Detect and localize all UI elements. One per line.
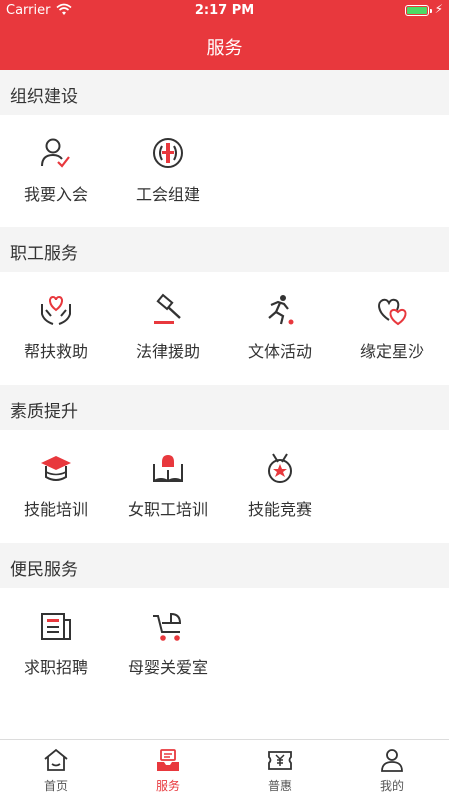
stroller-icon [153, 612, 182, 641]
service-item-legal-aid[interactable]: 法律援助 [112, 272, 224, 384]
status-bar: Carrier 2:17 PM ⚡ [0, 0, 449, 22]
service-item-union-setup[interactable]: 工会组建 [112, 115, 224, 227]
section-grid-worker: 帮扶救助 法律援助 文体活动 缘定星沙 [0, 272, 449, 384]
yuan-icon [268, 751, 292, 770]
service-item-nursing-room[interactable]: 母婴关爱室 [112, 588, 224, 700]
tab-label: 我的 [379, 779, 404, 793]
service-item-label: 法律援助 [135, 342, 200, 361]
service-item-skill-contest[interactable]: 技能竞赛 [224, 430, 336, 542]
home-icon [44, 748, 68, 771]
graduation-cap-icon [41, 456, 71, 481]
charging-icon: ⚡ [434, 2, 443, 16]
tab-service[interactable]: 服务 [112, 740, 224, 800]
service-item-women-training[interactable]: 女职工培训 [112, 430, 224, 542]
section-header-org: 组织建设 [0, 70, 449, 115]
service-item-label: 工会组建 [135, 185, 200, 204]
service-item-label: 技能竞赛 [247, 500, 312, 519]
book-bell-icon [153, 455, 183, 483]
service-item-label: 女职工培训 [127, 500, 208, 519]
section-header-convenience: 便民服务 [0, 543, 449, 588]
section-header-quality: 素质提升 [0, 385, 449, 430]
tab-label: 服务 [155, 779, 180, 793]
app-header: Carrier 2:17 PM ⚡ 服务 [0, 0, 449, 70]
tab-label: 首页 [43, 779, 68, 793]
service-item-label: 母婴关爱室 [127, 658, 208, 677]
user-check-icon [41, 138, 70, 168]
union-emblem-icon [153, 138, 183, 168]
service-item-label: 缘定星沙 [359, 342, 424, 361]
service-item-label: 我要入会 [23, 185, 88, 204]
section-title: 组织建设 [10, 87, 78, 107]
battery-icon [405, 5, 432, 16]
tab-mine[interactable]: 我的 [336, 740, 448, 800]
section-grid-quality: 技能培训 女职工培训 技能竞赛 [0, 430, 449, 542]
tab-home[interactable]: 首页 [0, 740, 112, 800]
service-item-matchmaking[interactable]: 缘定星沙 [336, 272, 448, 384]
service-item-join-union[interactable]: 我要入会 [0, 115, 112, 227]
service-item-label: 技能培训 [23, 500, 88, 519]
service-item-label: 帮扶救助 [23, 342, 88, 361]
tab-bar: 首页 服务 普惠 我的 [0, 739, 449, 800]
section-grid-convenience: 求职招聘 母婴关爱室 [0, 588, 449, 700]
tab-label: 普惠 [267, 779, 292, 793]
section-title: 素质提升 [10, 402, 78, 422]
service-icon [157, 749, 179, 771]
runner-icon [268, 295, 294, 325]
service-item-label: 求职招聘 [23, 658, 88, 677]
gavel-icon [154, 293, 181, 324]
hands-heart-icon [41, 295, 71, 325]
page-title: 服务 [206, 38, 243, 59]
section-grid-org: 我要入会 工会组建 [0, 115, 449, 227]
status-time: 2:17 PM [194, 3, 255, 18]
section-title: 便民服务 [10, 560, 78, 580]
service-item-assistance[interactable]: 帮扶救助 [0, 272, 112, 384]
service-item-skill-training[interactable]: 技能培训 [0, 430, 112, 542]
service-item-jobs[interactable]: 求职招聘 [0, 588, 112, 700]
service-item-label: 文体活动 [247, 342, 312, 361]
service-item-recreation[interactable]: 文体活动 [224, 272, 336, 384]
tab-benefits[interactable]: 普惠 [224, 740, 336, 800]
section-header-worker: 职工服务 [0, 227, 449, 272]
double-heart-icon [378, 298, 407, 326]
newspaper-icon [41, 613, 71, 640]
section-title: 职工服务 [10, 244, 78, 264]
medal-icon [268, 453, 292, 483]
profile-icon [381, 749, 403, 772]
